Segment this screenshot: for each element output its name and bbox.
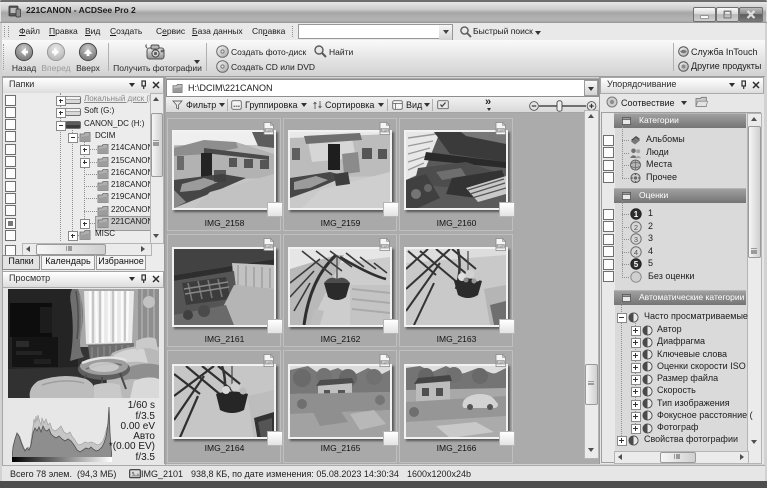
svg-text:JPG: JPG [265, 361, 272, 365]
svg-text:JPG: JPG [381, 361, 388, 365]
svg-text:JPG: JPG [381, 129, 388, 133]
svg-text:JPG: JPG [497, 361, 504, 365]
svg-text:5: 5 [634, 260, 639, 269]
svg-text:4: 4 [634, 247, 638, 256]
svg-text:3: 3 [634, 235, 638, 244]
svg-text:JPG: JPG [265, 129, 272, 133]
svg-text:1: 1 [634, 210, 639, 219]
svg-text:JPG: JPG [497, 129, 504, 133]
svg-text:2: 2 [634, 222, 638, 231]
svg-text:JPG: JPG [497, 245, 504, 249]
svg-text:JPG: JPG [381, 245, 388, 249]
svg-text:JPG: JPG [265, 245, 272, 249]
